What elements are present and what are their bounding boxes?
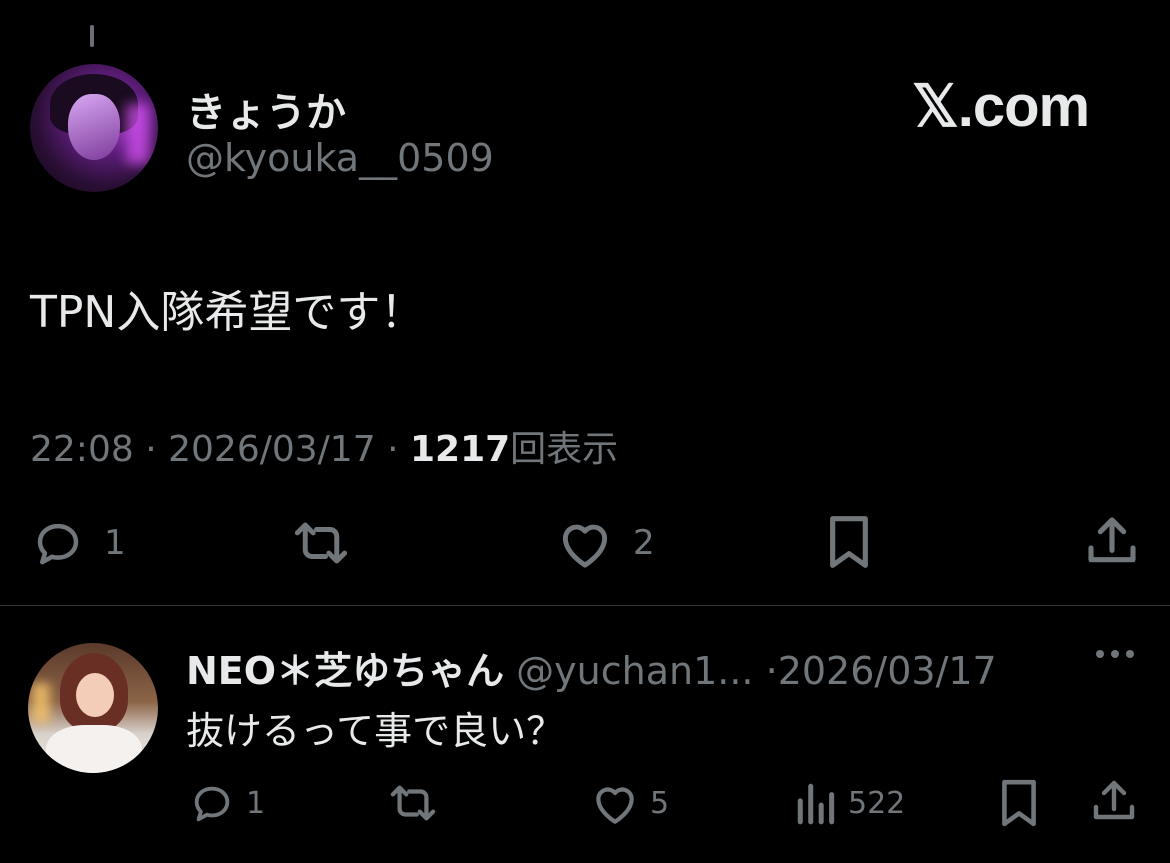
tweet-meta: 22:08 · 2026/03/17 · 1217回表示 [30,420,618,472]
reply-header: NEO＊芝ゆちゃん @yuchan1... ·2026/03/17 [186,640,997,695]
meta-separator: · [387,429,399,470]
views-icon [797,783,835,825]
avatar-light [32,683,50,723]
reply-views-count: 522 [848,785,906,821]
view-count-label: 回表示 [510,429,619,470]
author-handle[interactable]: @kyouka__0509 [186,136,494,180]
reply-separator: · [765,649,778,693]
like-icon [596,787,634,824]
reply-like-count: 5 [650,785,670,821]
retweet-icon [390,785,436,821]
reply-icon [194,786,230,822]
reply-views-button[interactable]: 522 [796,780,905,826]
share-button[interactable] [1084,512,1140,570]
bookmark-icon [830,516,868,568]
like-icon [562,524,608,568]
avatar-shirt [46,725,142,773]
reply-retweet-button[interactable] [386,780,450,826]
reply-icon [37,523,79,565]
reply-reply-count: 1 [246,785,266,821]
thread-line [90,25,94,47]
bookmark-icon [1002,779,1036,827]
tweet-date[interactable]: 2026/03/17 [168,429,376,470]
meta-separator: · [145,429,157,470]
view-count: 1217 [409,429,511,470]
tweet-time[interactable]: 22:08 [30,429,134,470]
reply-text: 抜けるって事で良い？ [186,709,565,753]
like-count: 2 [633,523,655,563]
reply-like-button[interactable]: 5 [590,780,669,826]
share-icon [1093,780,1135,820]
author-display-name[interactable]: きょうか [186,80,346,138]
reply-date[interactable]: 2026/03/17 [778,649,997,693]
reply-bookmark-button[interactable] [998,778,1040,828]
bookmark-button[interactable] [824,514,874,570]
like-button[interactable]: 2 [555,516,655,570]
reply-button[interactable]: 1 [30,516,126,570]
reply-author-name[interactable]: NEO＊芝ゆちゃん [186,649,504,693]
reply-reply-button[interactable]: 1 [188,780,265,826]
avatar-face [68,94,120,160]
reply-count: 1 [104,523,126,563]
avatar-glow [126,104,150,164]
retweet-icon [294,522,348,564]
retweet-button[interactable] [290,516,370,570]
author-avatar[interactable] [30,64,158,192]
more-icon[interactable] [1096,650,1134,658]
brand-logo: 𝕏.com [912,74,1090,139]
reply-share-button[interactable] [1090,776,1138,826]
tweet-text: TPN入隊希望です！ [30,287,425,338]
reply-author-handle[interactable]: @yuchan1... [516,649,753,693]
reply-author-avatar[interactable] [28,643,158,773]
avatar-face [76,673,114,717]
share-icon [1088,517,1136,563]
divider [0,605,1170,606]
